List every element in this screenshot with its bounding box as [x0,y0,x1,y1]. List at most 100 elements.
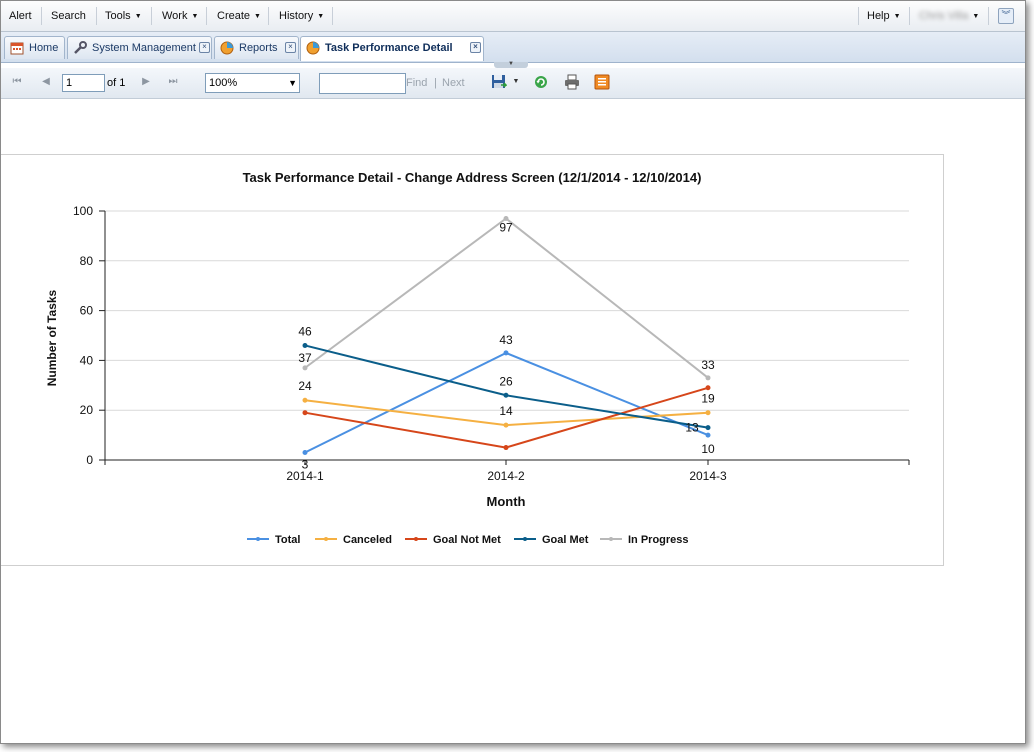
reports-pie-icon [220,41,234,55]
data-point [302,365,308,371]
menu-tools[interactable]: Tools ▼ [105,9,142,23]
close-icon[interactable]: × [470,42,481,53]
legend-marker [324,537,328,541]
zoom-value: 100% [209,77,238,89]
chart-title: Task Performance Detail - Change Address… [243,170,702,185]
data-label: 97 [499,220,513,234]
data-label: 13 [685,421,699,435]
next-page-icon[interactable]: ▶ [140,76,152,88]
page-number-input[interactable] [62,74,105,92]
zoom-select[interactable]: 100% ▼ [205,73,300,93]
line-chart: Task Performance Detail - Change Address… [45,170,910,546]
y-tick-label: 100 [73,204,93,218]
data-point [503,350,509,356]
menu-work[interactable]: Work ▼ [162,9,198,23]
data-point [302,410,308,416]
data-point [705,410,711,416]
tab-reports-label: Reports [239,42,278,54]
tab-bar: Home System Management × Reports × Task … [1,32,1025,63]
y-tick-label: 80 [80,254,94,268]
data-point [705,375,711,381]
menu-separator [909,7,910,25]
y-axis-title: Number of Tasks [45,289,59,386]
menu-tools-label: Tools [105,10,131,22]
tab-task-performance-detail-label: Task Performance Detail [325,42,453,54]
user-menu[interactable]: Chris Villa ▼ [919,9,979,23]
data-point [705,425,711,431]
data-point [302,397,308,403]
tab-home[interactable]: Home [4,36,65,59]
document-map-icon[interactable] [594,74,610,90]
data-point [503,422,509,428]
reports-pie-icon [306,41,320,55]
data-label: 19 [701,392,715,406]
y-tick-label: 20 [80,403,94,417]
menu-bar: Alert Search Tools ▼ Work ▼ Create ▼ Histor… [1,1,1025,32]
menu-help[interactable]: Help ▼ [867,9,901,23]
tab-system-management[interactable]: System Management × [67,36,212,59]
page-count-label: of 1 [107,77,126,89]
close-icon[interactable]: × [285,42,296,53]
data-label: 37 [298,351,312,365]
menu-separator [96,7,97,25]
user-name: Chris Villa [919,10,969,22]
legend-label: Canceled [343,534,392,546]
data-label: 14 [499,404,513,418]
data-label: 33 [701,358,715,372]
last-page-icon[interactable]: ⏭ [167,76,179,88]
legend-marker [523,537,527,541]
x-tick-label: 2014-2 [487,469,525,483]
report-toolbar: ⏮ ◀ of 1 ▶ ⏭ 100% ▼ Find | Next ▼ [1,68,1025,99]
data-point [705,432,711,438]
menu-separator [332,7,333,25]
export-dropdown-icon[interactable]: ▼ [510,76,522,88]
report-chart-area: Task Performance Detail - Change Address… [1,154,944,566]
caret-down-icon: ▼ [134,13,142,20]
data-label: 46 [298,324,312,338]
print-icon[interactable] [564,74,580,90]
menu-separator [151,7,152,25]
data-label: 10 [701,442,715,456]
y-tick-label: 60 [80,304,94,318]
data-label: 24 [298,379,312,393]
refresh-icon[interactable] [533,74,549,90]
tab-reports[interactable]: Reports × [214,36,299,59]
data-label: 3 [302,458,309,472]
previous-page-icon[interactable]: ◀ [40,76,52,88]
home-calendar-icon [10,42,24,55]
data-point [302,450,308,456]
find-link[interactable]: Find [406,77,427,89]
app-window: Alert Search Tools ▼ Work ▼ Create ▼ Histor… [0,0,1026,744]
legend-marker [609,537,613,541]
tab-task-performance-detail[interactable]: Task Performance Detail × [300,36,484,61]
legend-marker [256,537,260,541]
find-separator: | [434,77,437,89]
collapse-icon[interactable]: ︾ [998,8,1014,24]
menu-separator [41,7,42,25]
menu-search[interactable]: Search [51,9,86,23]
menu-alert[interactable]: Alert [9,9,32,23]
first-page-icon[interactable]: ⏮ [11,76,23,88]
caret-down-icon: ▼ [972,13,980,20]
y-tick-label: 0 [86,453,93,467]
menu-separator [206,7,207,25]
legend-label: In Progress [628,534,689,546]
legend-marker [414,537,418,541]
menu-create-label: Create [217,10,251,22]
x-axis-title: Month [487,494,526,509]
data-point [705,385,711,391]
tab-home-label: Home [29,42,59,54]
close-icon[interactable]: × [199,42,210,53]
y-tick-label: 40 [80,353,94,367]
next-link[interactable]: Next [442,77,465,89]
export-save-icon[interactable] [491,74,507,90]
menu-history[interactable]: History ▼ [279,9,324,23]
series-line [304,351,709,454]
find-input[interactable] [319,73,406,94]
caret-down-icon: ▼ [254,13,261,20]
menu-separator [988,7,989,25]
legend-label: Goal Met [542,534,589,546]
caret-down-icon: ▼ [191,13,199,20]
menu-help-label: Help [867,10,890,22]
menu-create[interactable]: Create ▼ [217,9,261,23]
